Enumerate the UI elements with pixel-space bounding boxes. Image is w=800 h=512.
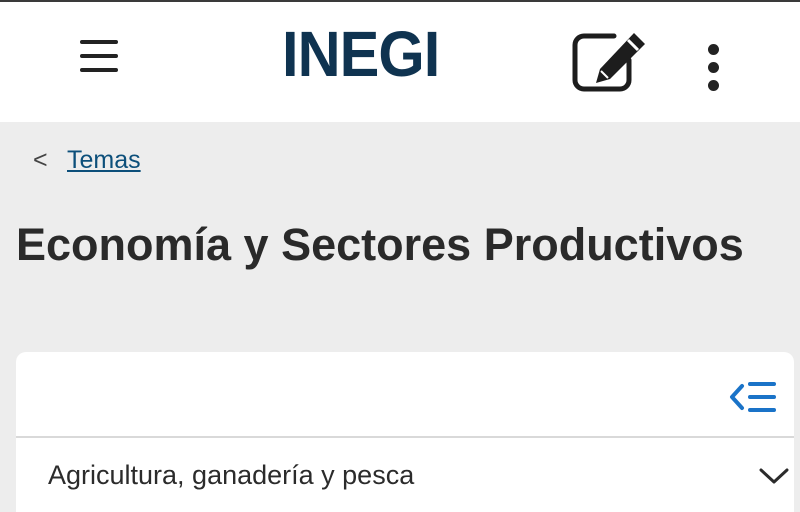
more-vertical-icon[interactable] [702,42,726,94]
breadcrumb-link-temas[interactable]: Temas [67,145,141,175]
page-title: Economía y Sectores Productivos [16,219,744,270]
chevron-left-icon: < [33,146,48,174]
chevron-down-icon [758,466,790,486]
collapse-list-icon[interactable] [728,378,780,416]
inegi-logo[interactable]: INEGI [282,18,449,90]
accordion-item-agricultura[interactable]: Agricultura, ganadería y pesca [16,438,794,512]
accordion-item-label: Agricultura, ganadería y pesca [48,460,415,490]
edit-note-icon[interactable] [570,30,650,96]
site-header: INEGI [0,2,800,122]
hamburger-menu-icon[interactable] [78,38,122,78]
sections-card: Agricultura, ganadería y pesca [16,352,794,512]
